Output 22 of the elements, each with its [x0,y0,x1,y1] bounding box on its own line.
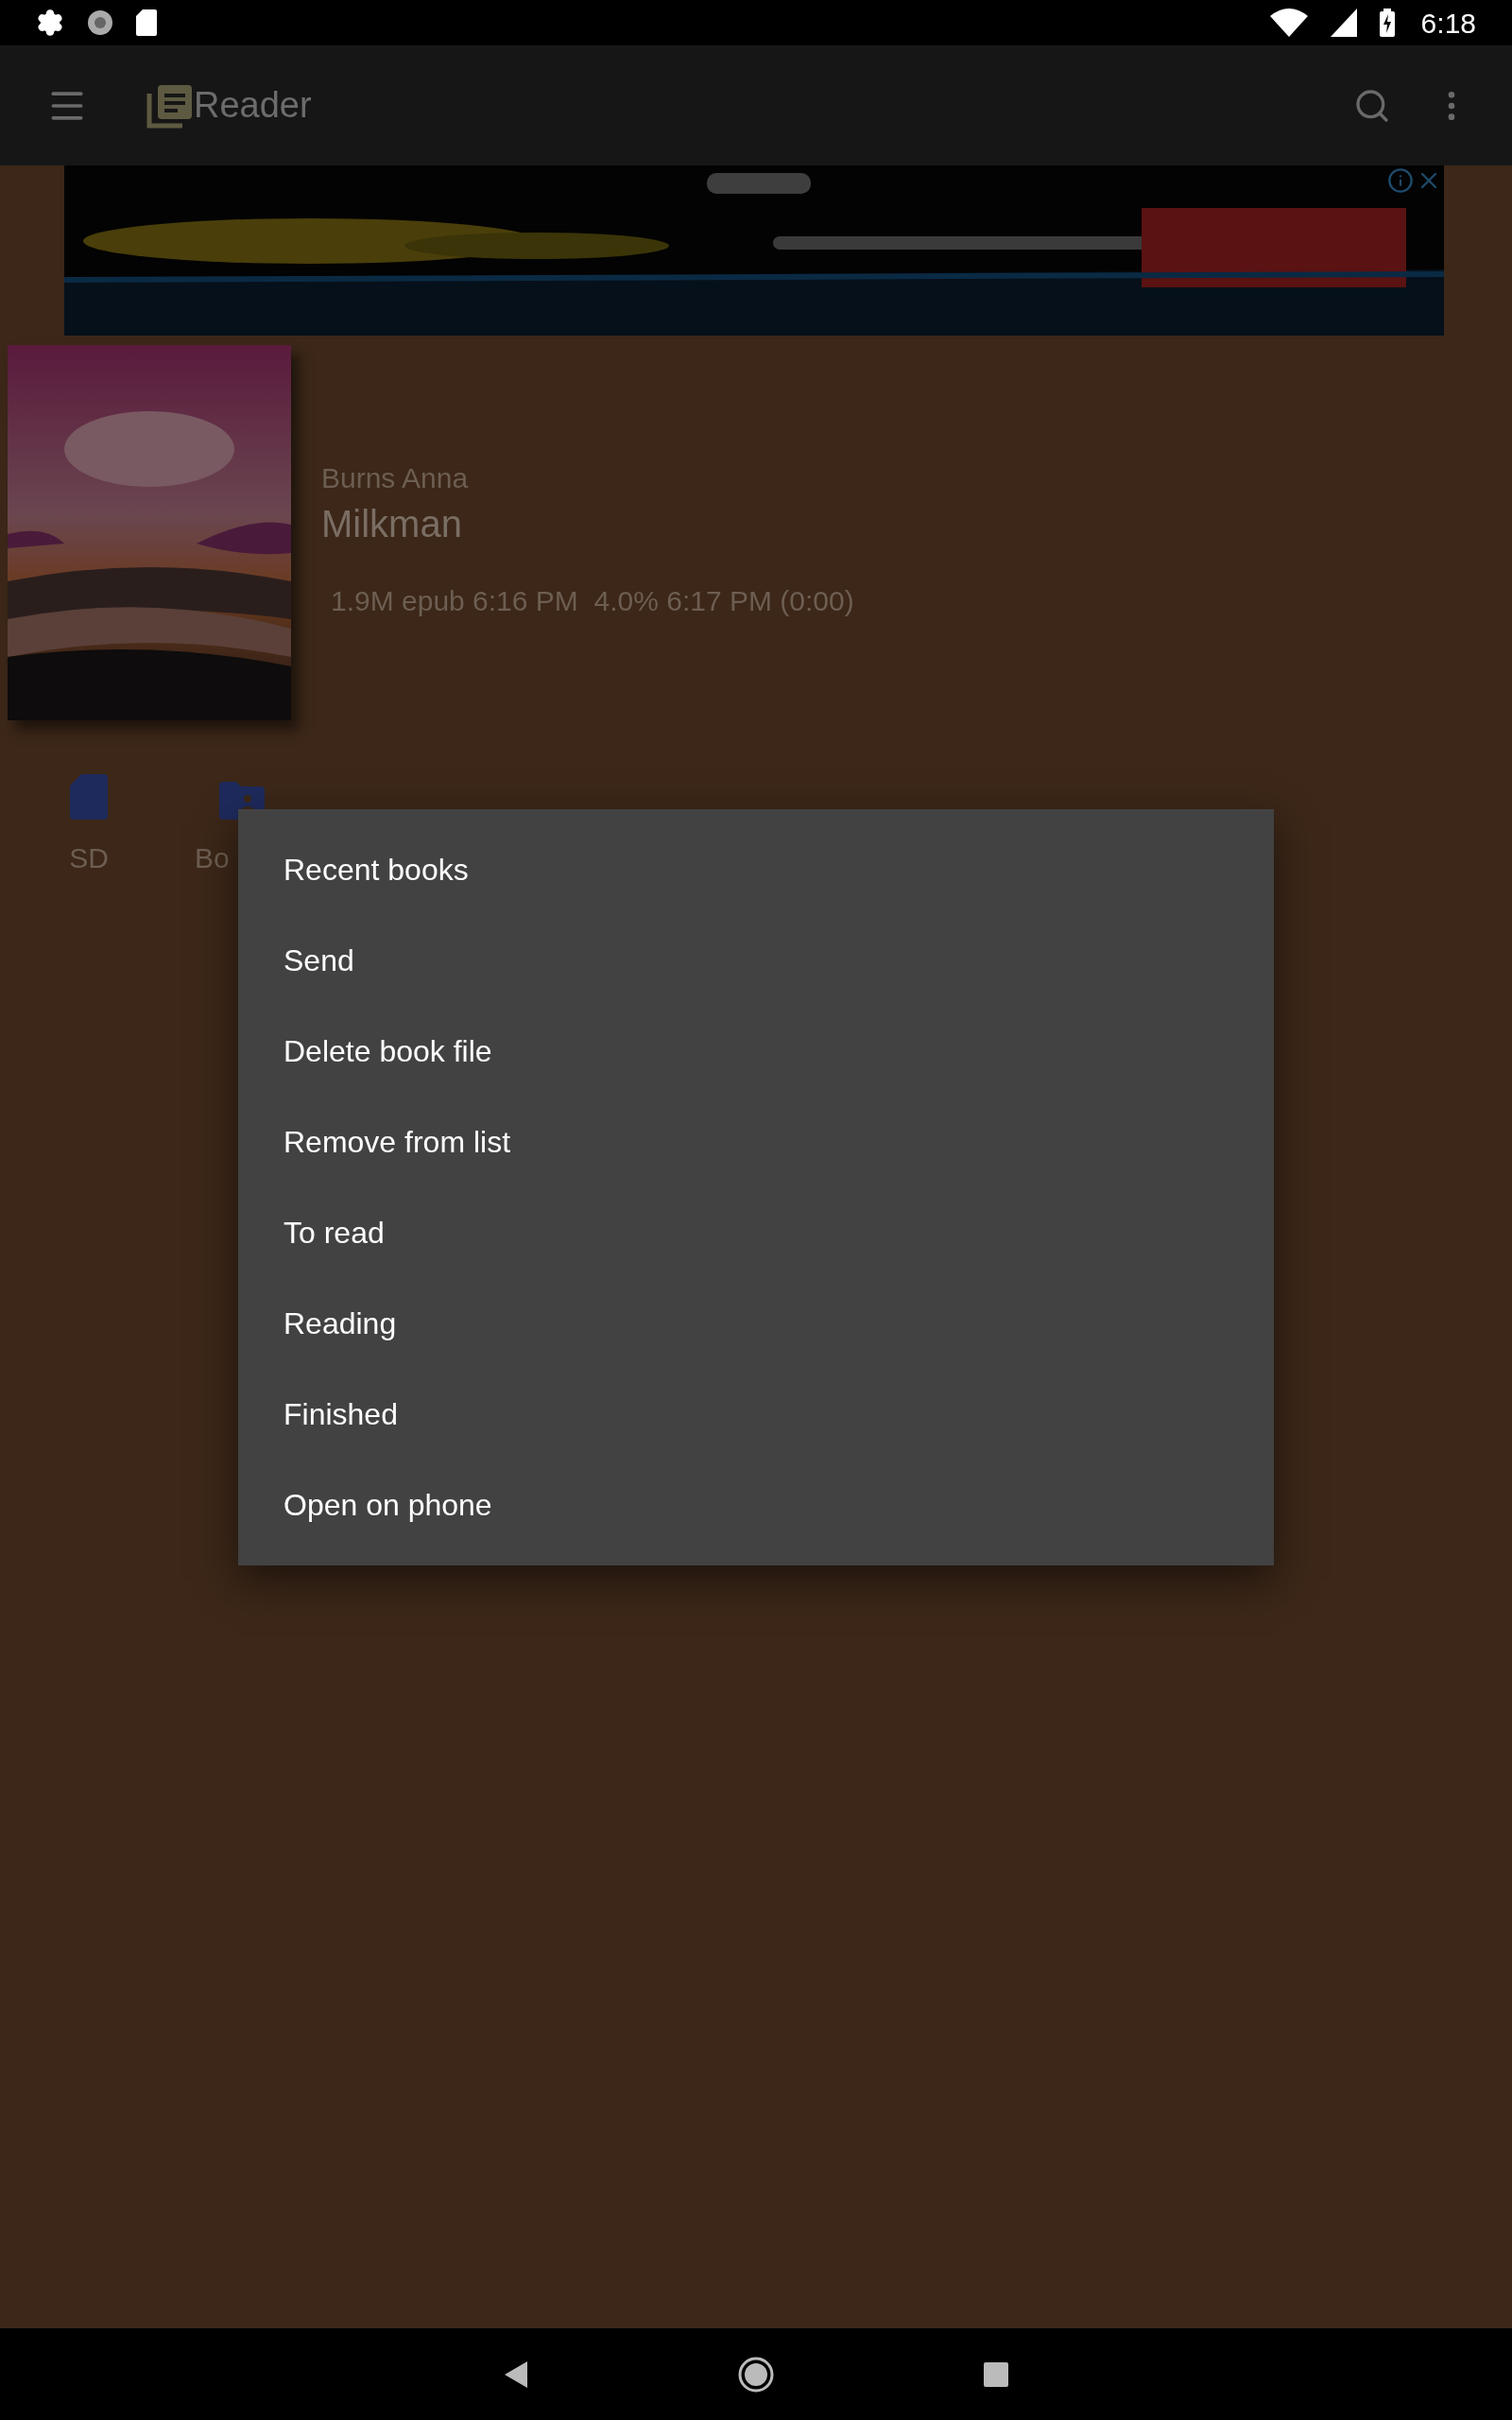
battery-icon [1379,9,1395,37]
signal-icon [1330,9,1357,37]
menu-item[interactable]: Remove from list [238,1097,1274,1187]
menu-item[interactable]: Finished [238,1369,1274,1460]
recents-icon[interactable] [984,2361,1008,2387]
clock: 6:18 [1420,6,1476,41]
back-icon[interactable] [505,2360,527,2388]
settings-icon [36,9,64,37]
book-info: 1.9M epub 6:16 PM 4.0% 6:17 PM (0:00) [331,584,854,618]
sd-card-icon [70,774,108,820]
book-title: Milkman [321,502,463,546]
menu-item[interactable]: Recent books [238,824,1274,915]
sd-card-icon [136,9,157,36]
menu-item[interactable]: Open on phone [238,1460,1274,1550]
book-author: Burns Anna [321,461,470,495]
wifi-icon [1269,9,1308,37]
menu-item[interactable]: To read [238,1187,1274,1278]
info-icon[interactable] [1387,167,1414,194]
app-title: Reader [194,84,312,127]
menu-item[interactable]: Send [238,915,1274,1006]
menu-item[interactable]: Delete book file [238,1006,1274,1097]
menu-item[interactable]: Reading [238,1278,1274,1369]
